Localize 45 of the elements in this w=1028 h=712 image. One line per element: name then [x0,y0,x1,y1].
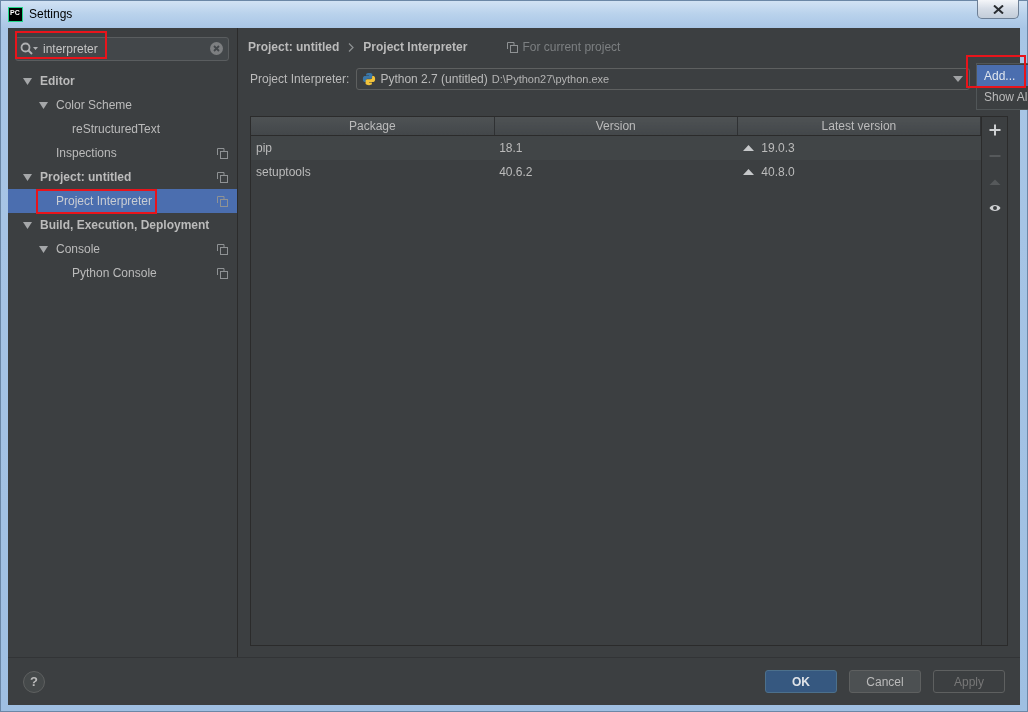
table-cell: pip [251,135,495,160]
breadcrumb-text: Project Interpreter [363,39,468,56]
column-header[interactable]: Package [251,117,495,136]
help-button[interactable]: ? [23,670,45,693]
disclosure-triangle-icon[interactable] [23,173,32,181]
breadcrumb-text: Project: untitled [248,39,340,56]
clear-icon[interactable] [210,42,223,55]
add-icon[interactable] [988,124,1001,136]
dropdown-arrow-icon [953,76,963,82]
table-cell: 18.1 [494,135,738,160]
copy-icon [507,41,519,53]
disclosure-triangle-icon[interactable] [39,245,48,253]
column-header[interactable]: Latest version [737,117,981,136]
close-button[interactable] [977,0,1019,19]
disclosure-triangle-icon[interactable] [39,101,48,109]
search-icon [20,42,38,56]
disclosure-triangle-icon[interactable] [23,221,32,229]
tree-item[interactable]: Project Interpreter [8,189,237,213]
dialog-button[interactable]: Cancel [849,670,921,693]
table-cell: 19.0.3 [761,140,795,155]
menu-item[interactable]: Show Al [977,86,1028,108]
tree-item[interactable]: Console [8,237,237,261]
table-cell: setuptools [251,159,495,184]
tree-item[interactable]: Editor [8,69,237,93]
tree-item[interactable]: Project: untitled [8,165,237,189]
scope-note: For current project [522,39,621,56]
menu-item[interactable]: Add... [977,65,1028,86]
tree-item[interactable]: Color Scheme [8,93,237,117]
chevron-icon [348,42,355,52]
table-cell: 40.8.0 [761,164,795,179]
tree-item[interactable]: reStructuredText [8,117,237,141]
dialog-button[interactable]: OK [765,670,837,693]
table-cell: 40.6.2 [494,159,738,184]
search-field[interactable]: interpreter [15,37,229,61]
tree-item[interactable]: Build, Execution, Deployment [8,213,237,237]
close-icon [992,4,1004,14]
interpreter-dropdown[interactable]: Python 2.7 (untitled) D:\Python27\python.exe [356,68,970,90]
window-title: Settings [29,6,73,23]
tree-item[interactable]: Python Console [8,261,237,285]
python-icon [362,72,377,86]
eye-icon[interactable] [988,202,1001,214]
column-header[interactable]: Version [494,117,738,136]
field-label: Project Interpreter: [250,71,350,88]
disclosure-triangle-icon[interactable] [23,77,32,85]
tree-item[interactable]: Inspections [8,141,237,165]
